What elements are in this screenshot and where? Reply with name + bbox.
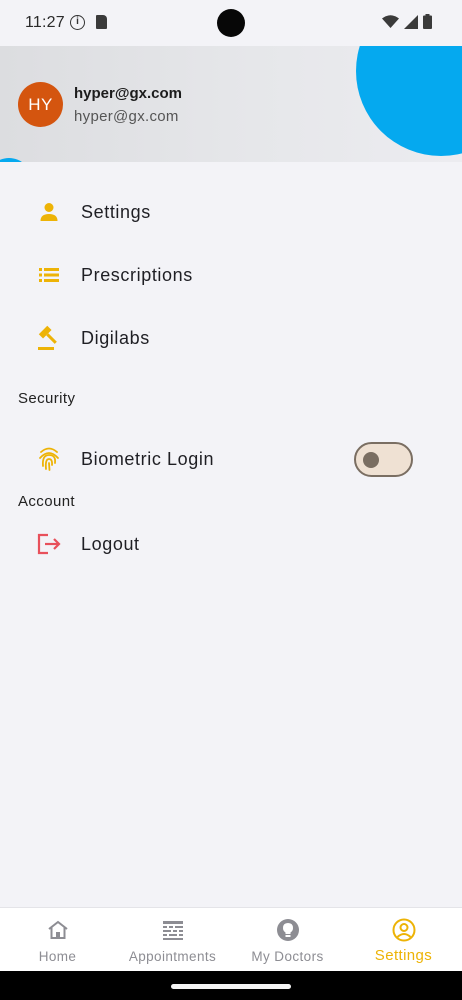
status-time: 11:27 [25, 14, 65, 31]
menu-item-prescriptions[interactable]: Prescriptions [0, 249, 462, 301]
logout-label: Logout [81, 533, 140, 554]
account-circle-icon [392, 918, 416, 942]
cell-signal-icon [404, 14, 418, 29]
info-icon: i [70, 15, 85, 30]
biometric-login-toggle[interactable] [354, 442, 413, 477]
home-indicator[interactable] [171, 984, 291, 989]
lightbulb-icon [276, 918, 300, 942]
sd-card-icon [96, 15, 107, 29]
home-icon [46, 918, 70, 942]
biometric-login-label: Biometric Login [81, 448, 215, 469]
appointments-icon [161, 918, 185, 942]
wifi-icon [382, 14, 399, 28]
nav-home[interactable]: Home [0, 908, 115, 972]
menu-item-label: Digilabs [81, 327, 150, 348]
nav-label: Home [38, 949, 77, 964]
camera-cutout [217, 9, 245, 37]
decorative-circle [0, 158, 32, 162]
avatar[interactable]: HY [18, 82, 63, 127]
user-email: hyper@gx.com [74, 108, 179, 125]
status-icons [382, 14, 432, 29]
status-bar: 11:27 i [0, 0, 462, 46]
nav-settings[interactable]: Settings [346, 908, 461, 972]
user-name: hyper@gx.com [74, 85, 182, 102]
toggle-knob [363, 452, 379, 468]
gavel-icon [36, 325, 62, 351]
logout-icon [36, 531, 62, 557]
menu-item-settings[interactable]: Settings [0, 186, 462, 238]
logout-button[interactable]: Logout [0, 518, 462, 570]
menu-item-label: Settings [81, 201, 151, 222]
nav-appointments[interactable]: Appointments [115, 908, 230, 972]
section-title-account: Account [18, 493, 75, 510]
nav-label: Appointments [128, 949, 217, 964]
section-title-security: Security [18, 390, 76, 407]
battery-icon [423, 14, 432, 29]
bottom-navigation: Home Appointments My Doctors Settings [0, 907, 462, 971]
nav-label: Settings [374, 947, 433, 964]
nav-label: My Doctors [251, 949, 324, 964]
fingerprint-icon [36, 446, 62, 472]
list-icon [36, 262, 62, 288]
nav-my-doctors[interactable]: My Doctors [230, 908, 345, 972]
menu-item-label: Prescriptions [81, 264, 193, 285]
menu-item-digilabs[interactable]: Digilabs [0, 312, 462, 364]
person-icon [36, 199, 62, 225]
decorative-circle [356, 46, 462, 156]
gesture-bar [0, 971, 462, 1000]
profile-header: HY hyper@gx.com hyper@gx.com [0, 46, 462, 162]
